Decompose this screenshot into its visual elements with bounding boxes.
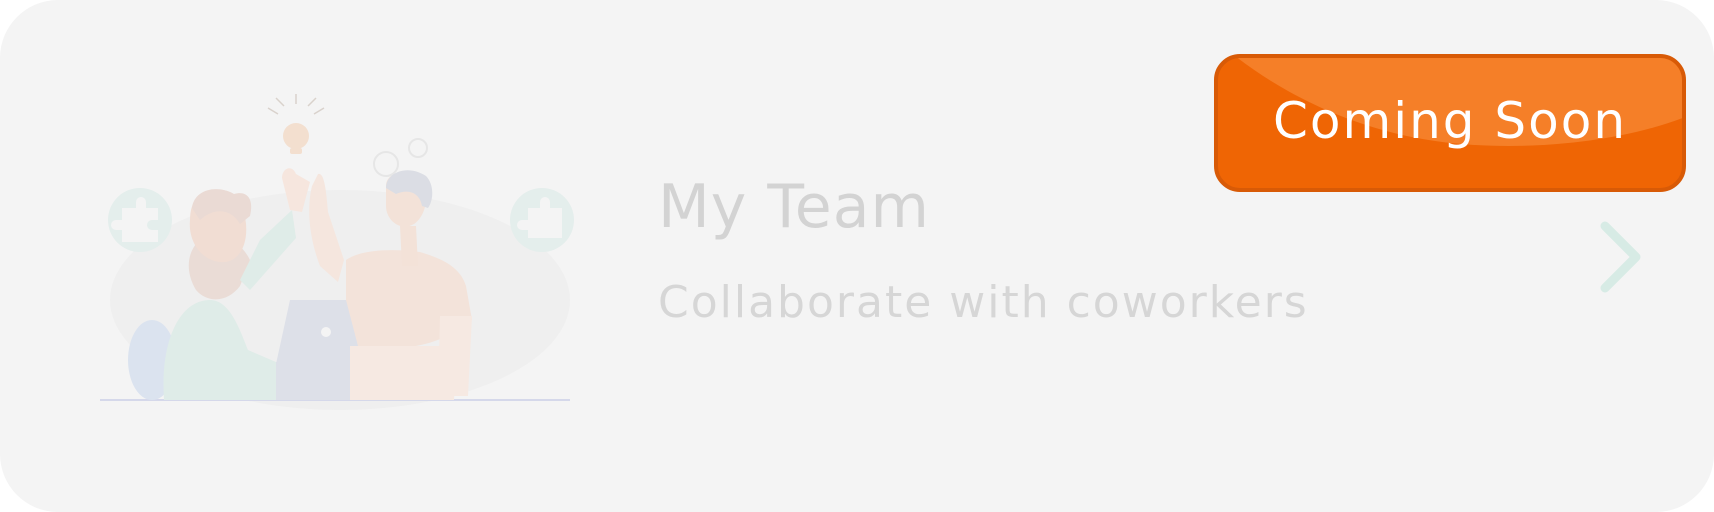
coming-soon-badge: Coming Soon bbox=[1214, 54, 1686, 192]
card-subtitle: Collaborate with coworkers bbox=[658, 277, 1309, 328]
coming-soon-label: Coming Soon bbox=[1272, 92, 1628, 150]
chevron-right-icon[interactable] bbox=[1592, 218, 1648, 296]
card-title: My Team bbox=[658, 172, 930, 242]
team-high-five-illustration bbox=[100, 94, 574, 410]
my-team-card[interactable]: My Team Collaborate with coworkers Comin… bbox=[0, 0, 1714, 512]
